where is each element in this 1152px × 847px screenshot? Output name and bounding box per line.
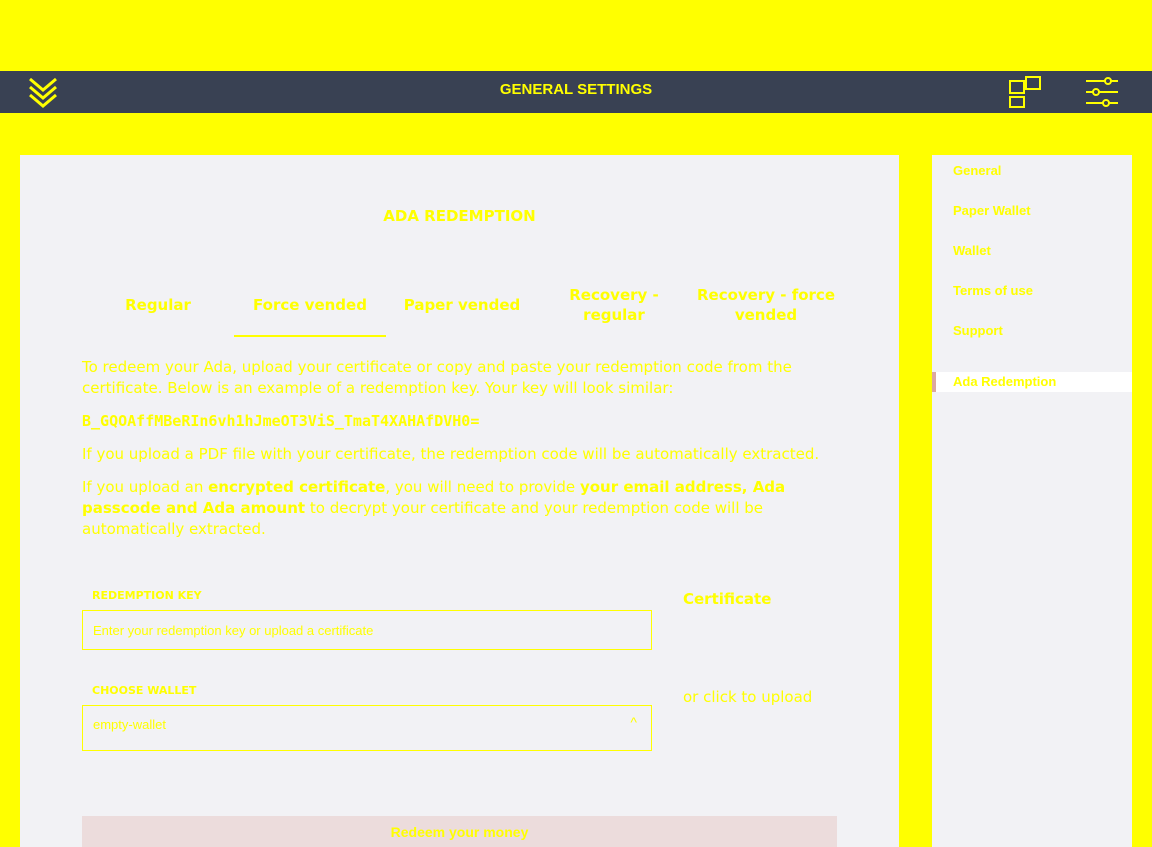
redemption-tabs: Regular Force vended Paper vended Recove…	[82, 275, 842, 337]
section-heading: ADA REDEMPTION	[383, 207, 536, 225]
note-text: If you upload an	[82, 478, 209, 496]
sidebar-item-ada-redemption[interactable]: Ada Redemption	[932, 372, 1132, 392]
example-key: B_GQOAffMBeRIn6vh1hJmeOT3ViS_TmaT4XAHAfD…	[82, 412, 480, 430]
sidebar-item-general[interactable]: General	[932, 161, 1132, 181]
top-bar: GENERAL SETTINGS	[0, 71, 1152, 113]
certificate-title[interactable]: Certificate	[683, 590, 771, 608]
instructions: To redeem your Ada, upload your certific…	[82, 357, 822, 552]
sidebar-item-support[interactable]: Support	[932, 321, 1132, 341]
tab-recovery-regular[interactable]: Recovery - regular	[538, 275, 690, 335]
redeem-button[interactable]: Redeem your money	[82, 816, 837, 847]
sidebar-item-wallet[interactable]: Wallet	[932, 241, 1132, 261]
page-title: GENERAL SETTINGS	[499, 81, 653, 98]
tab-paper-vended[interactable]: Paper vended	[386, 275, 538, 335]
settings-sidebar: General Paper Wallet Wallet Terms of use…	[932, 155, 1132, 847]
tab-force-vended[interactable]: Force vended	[234, 275, 386, 337]
tab-regular[interactable]: Regular	[82, 275, 234, 335]
redemption-key-input[interactable]	[82, 610, 652, 650]
main-panel: ADA REDEMPTION Regular Force vended Pape…	[20, 155, 899, 847]
encrypted-note: If you upload an encrypted certificate, …	[82, 477, 822, 540]
redemption-key-label: REDEMPTION KEY	[92, 589, 202, 602]
note-bold: encrypted certificate	[208, 478, 386, 496]
choose-wallet-label: CHOOSE WALLET	[92, 684, 197, 697]
pdf-note: If you upload a PDF file with your certi…	[82, 445, 820, 463]
sidebar-item-paper-wallet[interactable]: Paper Wallet	[932, 201, 1132, 221]
certificate-upload-hint[interactable]: or click to upload	[683, 688, 812, 706]
sidebar-item-terms-of-use[interactable]: Terms of use	[932, 281, 1132, 301]
wallets-icon[interactable]	[1006, 73, 1046, 111]
settings-sliders-icon[interactable]	[1082, 73, 1122, 111]
note-text: , you will need to provide	[385, 478, 580, 496]
tab-recovery-force-vended[interactable]: Recovery - force vended	[690, 275, 842, 335]
intro-text: To redeem your Ada, upload your certific…	[82, 358, 792, 397]
wallet-select-value: empty-wallet	[93, 717, 166, 732]
chevron-up-icon: ^	[630, 714, 637, 730]
wallet-select[interactable]: empty-wallet ^	[82, 705, 652, 751]
